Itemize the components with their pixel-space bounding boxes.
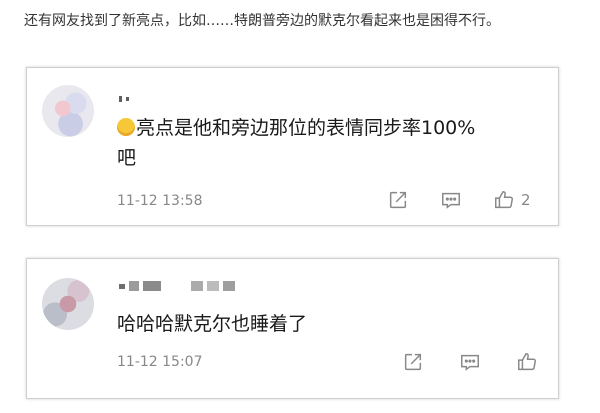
- comment-timestamp: 11-12 15:07: [117, 354, 203, 370]
- comment-card: 亮点是他和旁边那位的表情同步率100% 吧 11-12 13:58 2: [26, 67, 559, 226]
- like-count: 2: [521, 191, 531, 209]
- comment-icon: [461, 354, 479, 371]
- comment-card: 哈哈哈默克尔也睡着了 11-12 15:07: [26, 258, 559, 399]
- reply-button[interactable]: [459, 351, 481, 373]
- share-icon: [404, 353, 422, 371]
- avatar[interactable]: [42, 278, 94, 330]
- comment-line-1: 亮点是他和旁边那位的表情同步率100%: [136, 117, 476, 139]
- like-icon: [495, 191, 513, 209]
- share-icon: [389, 191, 407, 209]
- like-button[interactable]: [516, 351, 544, 373]
- like-button[interactable]: 2: [493, 189, 531, 211]
- comment-text: 亮点是他和旁边那位的表情同步率100% 吧: [117, 113, 537, 173]
- username-blurred[interactable]: [119, 281, 235, 291]
- reply-button[interactable]: [440, 189, 462, 211]
- comment-actions: 2: [387, 189, 562, 211]
- like-icon: [518, 353, 536, 371]
- intro-text: 还有网友找到了新亮点，比如……特朗普旁边的默克尔看起来也是困得不行。: [24, 13, 500, 29]
- comment-timestamp: 11-12 13:58: [117, 193, 203, 209]
- comment-line-2: 吧: [117, 147, 137, 169]
- comment-line-1: 哈哈哈默克尔也睡着了: [117, 313, 308, 335]
- avatar[interactable]: [42, 85, 94, 137]
- comment-actions: [402, 351, 579, 373]
- share-button[interactable]: [387, 189, 409, 211]
- comment-text: 哈哈哈默克尔也睡着了: [117, 309, 537, 339]
- share-button[interactable]: [402, 351, 424, 373]
- username-blurred[interactable]: [119, 94, 129, 104]
- sweat-laugh-emoji-icon: [117, 118, 135, 136]
- comment-icon: [442, 192, 460, 209]
